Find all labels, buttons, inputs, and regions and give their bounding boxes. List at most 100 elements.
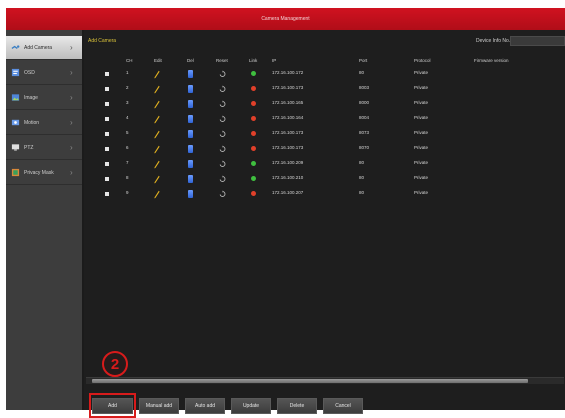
header-firmware-version: Firmware version xyxy=(474,58,509,63)
cancel-button[interactable]: Cancel xyxy=(323,398,363,414)
port-cell: 8004 xyxy=(359,115,370,120)
reset-icon[interactable] xyxy=(219,175,226,183)
link-status-dot xyxy=(251,191,256,196)
trash-icon[interactable] xyxy=(188,175,193,183)
manual-add-button[interactable]: Manual add xyxy=(139,398,179,414)
table-row[interactable]: 7 172.16.100.209 80 Private xyxy=(84,158,565,172)
delete-button[interactable]: Delete xyxy=(277,398,317,414)
reset-icon[interactable] xyxy=(219,160,226,168)
window-title: Camera Management xyxy=(261,16,310,22)
trash-icon[interactable] xyxy=(188,115,193,123)
pencil-icon[interactable] xyxy=(154,115,160,124)
camera-management-window: Camera Management Add Camera › OSD › Ima… xyxy=(6,8,565,418)
trash-icon[interactable] xyxy=(188,190,193,198)
port-cell: 8070 xyxy=(359,145,370,150)
row-checkbox[interactable] xyxy=(105,117,109,121)
ip-cell: 172.16.100.210 xyxy=(272,175,304,180)
protocol-cell: Private xyxy=(414,85,429,90)
link-status-dot xyxy=(251,86,256,91)
pencil-icon[interactable] xyxy=(154,100,160,109)
row-checkbox[interactable] xyxy=(105,132,109,136)
sidebar-item-label: Motion xyxy=(24,119,40,126)
port-cell: 8000 xyxy=(359,100,370,105)
reset-icon[interactable] xyxy=(219,115,226,123)
pencil-icon[interactable] xyxy=(154,85,160,94)
row-checkbox[interactable] xyxy=(105,102,109,106)
reset-icon[interactable] xyxy=(219,85,226,93)
ip-cell: 172.16.100.207 xyxy=(272,190,304,195)
ip-cell: 172.16.100.172 xyxy=(272,70,304,75)
trash-icon[interactable] xyxy=(188,145,193,153)
trash-icon[interactable] xyxy=(188,85,193,93)
header-protocol: Protocol xyxy=(414,58,431,63)
tab-add-camera[interactable]: Add Camera xyxy=(88,38,116,44)
osd-icon xyxy=(11,68,20,77)
sidebar-item-add-camera[interactable]: Add Camera › xyxy=(6,36,82,60)
table-row[interactable]: 8 172.16.100.210 80 Private xyxy=(84,173,565,187)
chevron-right-icon: › xyxy=(70,143,73,152)
camera-add-icon xyxy=(11,45,20,49)
sidebar-item-label: Image xyxy=(24,94,38,101)
ip-cell: 172.16.100.164 xyxy=(272,115,304,120)
reset-icon[interactable] xyxy=(219,190,226,198)
step-number: 2 xyxy=(110,355,120,373)
sidebar-item-label: Privacy Mask xyxy=(24,169,54,176)
reset-icon[interactable] xyxy=(219,70,226,78)
header-port: Port xyxy=(359,58,368,63)
protocol-cell: Private xyxy=(414,130,429,135)
port-cell: 80 xyxy=(359,175,365,180)
port-cell: 80 xyxy=(359,190,365,195)
pencil-icon[interactable] xyxy=(154,160,160,169)
ip-cell: 172.16.100.173 xyxy=(272,85,304,90)
update-button[interactable]: Update xyxy=(231,398,271,414)
table-row[interactable]: 5 172.16.100.173 8073 Private xyxy=(84,128,565,142)
row-checkbox[interactable] xyxy=(105,87,109,91)
reset-icon[interactable] xyxy=(219,130,226,138)
trash-icon[interactable] xyxy=(188,70,193,78)
sidebar-item-ptz[interactable]: PTZ › xyxy=(6,136,82,160)
pencil-icon[interactable] xyxy=(154,190,160,199)
add-button[interactable]: Add xyxy=(92,398,133,414)
header-del: Del xyxy=(187,58,194,63)
table-row[interactable]: 1 172.16.100.172 80 Private xyxy=(84,68,565,82)
sidebar-item-motion[interactable]: Motion › xyxy=(6,111,82,135)
trash-icon[interactable] xyxy=(188,100,193,108)
header-edit: Edit xyxy=(154,58,162,63)
pencil-icon[interactable] xyxy=(154,130,160,139)
port-cell: 8073 xyxy=(359,130,370,135)
port-cell: 80 xyxy=(359,70,365,75)
privacy-mask-icon xyxy=(11,168,20,177)
ch-cell: 8 xyxy=(126,175,129,180)
row-checkbox[interactable] xyxy=(105,147,109,151)
sidebar-item-osd[interactable]: OSD › xyxy=(6,61,82,85)
row-checkbox[interactable] xyxy=(105,192,109,196)
link-status-dot xyxy=(251,131,256,136)
table-row[interactable]: 4 172.16.100.164 8004 Private xyxy=(84,113,565,127)
pencil-icon[interactable] xyxy=(154,145,160,154)
table-row[interactable]: 3 172.16.100.165 8000 Private xyxy=(84,98,565,112)
reset-icon[interactable] xyxy=(219,145,226,153)
port-cell: 80 xyxy=(359,160,365,165)
pencil-icon[interactable] xyxy=(154,70,160,79)
table-row[interactable]: 9 172.16.100.207 80 Private xyxy=(84,188,565,202)
sidebar-item-privacy-mask[interactable]: Privacy Mask › xyxy=(6,161,82,185)
sidebar-item-label: Add Camera xyxy=(24,44,53,51)
search-input[interactable] xyxy=(510,36,565,46)
reset-icon[interactable] xyxy=(219,100,226,108)
chevron-right-icon: › xyxy=(70,68,73,77)
sidebar-item-image[interactable]: Image › xyxy=(6,86,82,110)
trash-icon[interactable] xyxy=(188,130,193,138)
table-row[interactable]: 2 172.16.100.173 8003 Private xyxy=(84,83,565,97)
row-checkbox[interactable] xyxy=(105,162,109,166)
trash-icon[interactable] xyxy=(188,160,193,168)
pencil-icon[interactable] xyxy=(154,175,160,184)
horizontal-scrollbar[interactable] xyxy=(86,377,564,384)
row-checkbox[interactable] xyxy=(105,177,109,181)
table-row[interactable]: 6 172.16.100.173 8070 Private xyxy=(84,143,565,157)
row-checkbox[interactable] xyxy=(105,72,109,76)
main-panel: Add Camera Device Info No. CH Edit Del R… xyxy=(84,30,565,418)
table-header: CH Edit Del Reset Link IP Port Protocol … xyxy=(84,57,565,66)
chevron-right-icon: › xyxy=(70,118,73,127)
auto-add-button[interactable]: Auto add xyxy=(185,398,225,414)
scrollbar-thumb[interactable] xyxy=(92,379,528,383)
